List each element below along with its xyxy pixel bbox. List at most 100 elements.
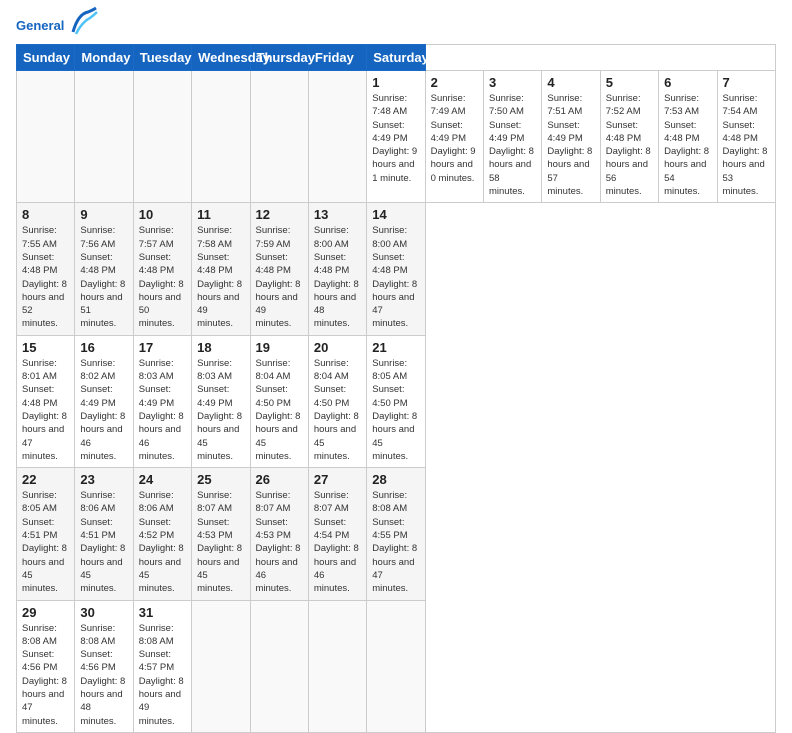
day-info: Sunrise: 8:05 AMSunset: 4:51 PMDaylight:… [22, 490, 67, 594]
calendar-cell [250, 600, 308, 732]
calendar-cell [367, 600, 425, 732]
day-number: 25 [197, 472, 244, 487]
calendar-cell: 13 Sunrise: 8:00 AMSunset: 4:48 PMDaylig… [308, 203, 366, 335]
calendar-cell [192, 71, 250, 203]
calendar-cell: 16 Sunrise: 8:02 AMSunset: 4:49 PMDaylig… [75, 335, 133, 467]
calendar-cell: 31 Sunrise: 8:08 AMSunset: 4:57 PMDaylig… [133, 600, 191, 732]
day-info: Sunrise: 8:08 AMSunset: 4:55 PMDaylight:… [372, 490, 417, 594]
day-number: 21 [372, 340, 419, 355]
day-info: Sunrise: 8:00 AMSunset: 4:48 PMDaylight:… [314, 225, 359, 329]
calendar-cell [308, 71, 366, 203]
calendar-cell: 1 Sunrise: 7:48 AMSunset: 4:49 PMDayligh… [367, 71, 425, 203]
day-info: Sunrise: 8:06 AMSunset: 4:52 PMDaylight:… [139, 490, 184, 594]
day-header-wednesday: Wednesday [192, 45, 250, 71]
day-number: 24 [139, 472, 186, 487]
calendar-cell: 7 Sunrise: 7:54 AMSunset: 4:48 PMDayligh… [717, 71, 776, 203]
day-number: 30 [80, 605, 127, 620]
day-number: 5 [606, 75, 653, 90]
day-info: Sunrise: 7:59 AMSunset: 4:48 PMDaylight:… [256, 225, 301, 329]
logo-icon: General [16, 16, 66, 34]
day-header-sunday: Sunday [17, 45, 75, 71]
calendar-cell: 21 Sunrise: 8:05 AMSunset: 4:50 PMDaylig… [367, 335, 425, 467]
day-number: 12 [256, 207, 303, 222]
day-number: 6 [664, 75, 711, 90]
day-number: 15 [22, 340, 69, 355]
calendar-cell [17, 71, 75, 203]
day-info: Sunrise: 7:58 AMSunset: 4:48 PMDaylight:… [197, 225, 242, 329]
day-number: 8 [22, 207, 69, 222]
day-info: Sunrise: 7:56 AMSunset: 4:48 PMDaylight:… [80, 225, 125, 329]
calendar-cell: 29 Sunrise: 8:08 AMSunset: 4:56 PMDaylig… [17, 600, 75, 732]
day-number: 9 [80, 207, 127, 222]
day-number: 2 [431, 75, 478, 90]
day-info: Sunrise: 8:07 AMSunset: 4:53 PMDaylight:… [197, 490, 242, 594]
day-info: Sunrise: 7:53 AMSunset: 4:48 PMDaylight:… [664, 93, 709, 197]
day-info: Sunrise: 8:06 AMSunset: 4:51 PMDaylight:… [80, 490, 125, 594]
day-info: Sunrise: 8:03 AMSunset: 4:49 PMDaylight:… [139, 358, 184, 462]
calendar-cell: 24 Sunrise: 8:06 AMSunset: 4:52 PMDaylig… [133, 468, 191, 600]
page: General SundayMondayTuesdayWednesdayThur… [0, 0, 792, 612]
day-number: 19 [256, 340, 303, 355]
calendar-cell: 4 Sunrise: 7:51 AMSunset: 4:49 PMDayligh… [542, 71, 600, 203]
calendar-cell: 10 Sunrise: 7:57 AMSunset: 4:48 PMDaylig… [133, 203, 191, 335]
day-number: 22 [22, 472, 69, 487]
day-info: Sunrise: 7:55 AMSunset: 4:48 PMDaylight:… [22, 225, 67, 329]
calendar-cell: 12 Sunrise: 7:59 AMSunset: 4:48 PMDaylig… [250, 203, 308, 335]
day-header-friday: Friday [308, 45, 366, 71]
calendar-cell: 9 Sunrise: 7:56 AMSunset: 4:48 PMDayligh… [75, 203, 133, 335]
calendar-cell: 22 Sunrise: 8:05 AMSunset: 4:51 PMDaylig… [17, 468, 75, 600]
calendar-cell: 2 Sunrise: 7:49 AMSunset: 4:49 PMDayligh… [425, 71, 483, 203]
calendar-cell: 23 Sunrise: 8:06 AMSunset: 4:51 PMDaylig… [75, 468, 133, 600]
day-info: Sunrise: 8:04 AMSunset: 4:50 PMDaylight:… [314, 358, 359, 462]
calendar-cell [133, 71, 191, 203]
day-info: Sunrise: 7:49 AMSunset: 4:49 PMDaylight:… [431, 93, 476, 184]
day-number: 17 [139, 340, 186, 355]
day-info: Sunrise: 7:51 AMSunset: 4:49 PMDaylight:… [547, 93, 592, 197]
calendar-cell [308, 600, 366, 732]
day-number: 29 [22, 605, 69, 620]
calendar-cell: 26 Sunrise: 8:07 AMSunset: 4:53 PMDaylig… [250, 468, 308, 600]
day-number: 4 [547, 75, 594, 90]
day-number: 23 [80, 472, 127, 487]
day-number: 10 [139, 207, 186, 222]
calendar-cell: 14 Sunrise: 8:00 AMSunset: 4:48 PMDaylig… [367, 203, 425, 335]
calendar-cell: 8 Sunrise: 7:55 AMSunset: 4:48 PMDayligh… [17, 203, 75, 335]
day-header-tuesday: Tuesday [133, 45, 191, 71]
calendar-cell: 28 Sunrise: 8:08 AMSunset: 4:55 PMDaylig… [367, 468, 425, 600]
calendar-cell [192, 600, 250, 732]
calendar-cell: 30 Sunrise: 8:08 AMSunset: 4:56 PMDaylig… [75, 600, 133, 732]
calendar-cell [250, 71, 308, 203]
day-info: Sunrise: 7:54 AMSunset: 4:48 PMDaylight:… [723, 93, 768, 197]
day-number: 3 [489, 75, 536, 90]
calendar-cell: 20 Sunrise: 8:04 AMSunset: 4:50 PMDaylig… [308, 335, 366, 467]
day-number: 31 [139, 605, 186, 620]
logo-wave-icon [68, 4, 98, 36]
day-number: 26 [256, 472, 303, 487]
day-header-thursday: Thursday [250, 45, 308, 71]
day-number: 13 [314, 207, 361, 222]
calendar-cell: 15 Sunrise: 8:01 AMSunset: 4:48 PMDaylig… [17, 335, 75, 467]
day-number: 1 [372, 75, 419, 90]
day-info: Sunrise: 7:52 AMSunset: 4:48 PMDaylight:… [606, 93, 651, 197]
day-number: 14 [372, 207, 419, 222]
day-info: Sunrise: 7:48 AMSunset: 4:49 PMDaylight:… [372, 93, 417, 184]
svg-text:General: General [16, 18, 64, 33]
day-info: Sunrise: 8:05 AMSunset: 4:50 PMDaylight:… [372, 358, 417, 462]
day-number: 28 [372, 472, 419, 487]
day-header-saturday: Saturday [367, 45, 425, 71]
day-number: 16 [80, 340, 127, 355]
calendar-cell: 25 Sunrise: 8:07 AMSunset: 4:53 PMDaylig… [192, 468, 250, 600]
header: General [16, 12, 776, 36]
day-info: Sunrise: 8:08 AMSunset: 4:56 PMDaylight:… [22, 623, 67, 727]
calendar-table: SundayMondayTuesdayWednesdayThursdayFrid… [16, 44, 776, 733]
calendar-cell: 19 Sunrise: 8:04 AMSunset: 4:50 PMDaylig… [250, 335, 308, 467]
day-info: Sunrise: 7:50 AMSunset: 4:49 PMDaylight:… [489, 93, 534, 197]
day-info: Sunrise: 7:57 AMSunset: 4:48 PMDaylight:… [139, 225, 184, 329]
day-info: Sunrise: 8:07 AMSunset: 4:53 PMDaylight:… [256, 490, 301, 594]
calendar-cell: 17 Sunrise: 8:03 AMSunset: 4:49 PMDaylig… [133, 335, 191, 467]
day-info: Sunrise: 8:08 AMSunset: 4:56 PMDaylight:… [80, 623, 125, 727]
calendar-cell: 18 Sunrise: 8:03 AMSunset: 4:49 PMDaylig… [192, 335, 250, 467]
logo: General [16, 12, 98, 36]
calendar-cell: 3 Sunrise: 7:50 AMSunset: 4:49 PMDayligh… [484, 71, 542, 203]
day-info: Sunrise: 8:00 AMSunset: 4:48 PMDaylight:… [372, 225, 417, 329]
